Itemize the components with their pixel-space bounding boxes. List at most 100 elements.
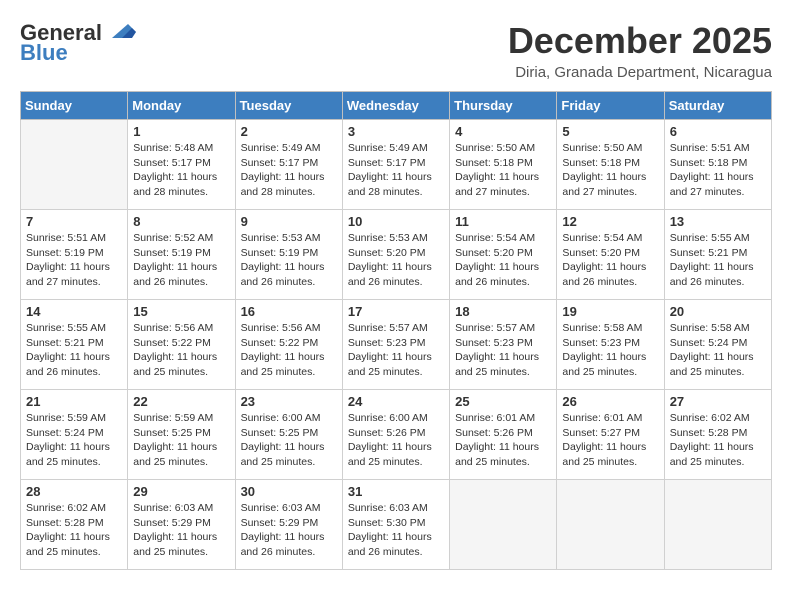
day-info: Sunrise: 6:03 AMSunset: 5:29 PMDaylight:…	[133, 501, 229, 560]
calendar-cell: 6 Sunrise: 5:51 AMSunset: 5:18 PMDaylight…	[664, 120, 771, 210]
calendar-cell: 8 Sunrise: 5:52 AMSunset: 5:19 PMDaylight…	[128, 210, 235, 300]
column-header-tuesday: Tuesday	[235, 92, 342, 120]
calendar-week-row: 21 Sunrise: 5:59 AMSunset: 5:24 PMDayligh…	[21, 390, 772, 480]
day-info: Sunrise: 5:59 AMSunset: 5:24 PMDaylight:…	[26, 411, 122, 470]
day-number: 3	[348, 124, 444, 139]
day-info: Sunrise: 5:49 AMSunset: 5:17 PMDaylight:…	[348, 141, 444, 200]
day-number: 14	[26, 304, 122, 319]
day-number: 7	[26, 214, 122, 229]
column-header-wednesday: Wednesday	[342, 92, 449, 120]
page-header: General Blue December 2025 Diria, Granad…	[20, 20, 772, 81]
day-number: 28	[26, 484, 122, 499]
day-number: 15	[133, 304, 229, 319]
day-info: Sunrise: 6:03 AMSunset: 5:30 PMDaylight:…	[348, 501, 444, 560]
calendar-cell: 19 Sunrise: 5:58 AMSunset: 5:23 PMDayligh…	[557, 300, 664, 390]
calendar-cell: 30 Sunrise: 6:03 AMSunset: 5:29 PMDayligh…	[235, 480, 342, 570]
calendar-week-row: 7 Sunrise: 5:51 AMSunset: 5:19 PMDaylight…	[21, 210, 772, 300]
day-info: Sunrise: 5:55 AMSunset: 5:21 PMDaylight:…	[26, 321, 122, 380]
day-info: Sunrise: 6:03 AMSunset: 5:29 PMDaylight:…	[241, 501, 337, 560]
day-number: 8	[133, 214, 229, 229]
calendar-cell: 12 Sunrise: 5:54 AMSunset: 5:20 PMDayligh…	[557, 210, 664, 300]
day-number: 11	[455, 214, 551, 229]
logo-blue: Blue	[20, 40, 68, 66]
calendar-cell	[450, 480, 557, 570]
day-number: 25	[455, 394, 551, 409]
day-info: Sunrise: 5:56 AMSunset: 5:22 PMDaylight:…	[241, 321, 337, 380]
day-number: 19	[562, 304, 658, 319]
day-info: Sunrise: 5:55 AMSunset: 5:21 PMDaylight:…	[670, 231, 766, 290]
day-info: Sunrise: 5:50 AMSunset: 5:18 PMDaylight:…	[562, 141, 658, 200]
calendar-table: SundayMondayTuesdayWednesdayThursdayFrid…	[20, 91, 772, 570]
day-number: 30	[241, 484, 337, 499]
calendar-cell: 2 Sunrise: 5:49 AMSunset: 5:17 PMDaylight…	[235, 120, 342, 210]
calendar-cell: 25Sunrise: 6:01 AMSunset: 5:26 PMDayligh…	[450, 390, 557, 480]
calendar-cell: 18 Sunrise: 5:57 AMSunset: 5:23 PMDayligh…	[450, 300, 557, 390]
day-number: 23	[241, 394, 337, 409]
day-number: 20	[670, 304, 766, 319]
month-title: December 2025	[508, 20, 772, 62]
day-info: Sunrise: 5:48 AMSunset: 5:17 PMDaylight:…	[133, 141, 229, 200]
day-info: Sunrise: 5:56 AMSunset: 5:22 PMDaylight:…	[133, 321, 229, 380]
day-info: Sunrise: 5:51 AMSunset: 5:18 PMDaylight:…	[670, 141, 766, 200]
calendar-cell: 22 Sunrise: 5:59 AMSunset: 5:25 PMDayligh…	[128, 390, 235, 480]
day-number: 4	[455, 124, 551, 139]
title-block: December 2025 Diria, Granada Department,…	[508, 20, 772, 81]
day-number: 18	[455, 304, 551, 319]
day-number: 31	[348, 484, 444, 499]
day-number: 2	[241, 124, 337, 139]
calendar-cell: 13 Sunrise: 5:55 AMSunset: 5:21 PMDayligh…	[664, 210, 771, 300]
logo: General Blue	[20, 20, 136, 66]
column-header-saturday: Saturday	[664, 92, 771, 120]
day-info: Sunrise: 5:53 AMSunset: 5:19 PMDaylight:…	[241, 231, 337, 290]
calendar-cell	[557, 480, 664, 570]
column-header-sunday: Sunday	[21, 92, 128, 120]
calendar-cell: 17Sunrise: 5:57 AMSunset: 5:23 PMDayligh…	[342, 300, 449, 390]
day-info: Sunrise: 6:01 AMSunset: 5:27 PMDaylight:…	[562, 411, 658, 470]
calendar-cell: 20Sunrise: 5:58 AMSunset: 5:24 PMDayligh…	[664, 300, 771, 390]
calendar-cell: 5 Sunrise: 5:50 AMSunset: 5:18 PMDaylight…	[557, 120, 664, 210]
calendar-cell: 1 Sunrise: 5:48 AMSunset: 5:17 PMDaylight…	[128, 120, 235, 210]
day-number: 27	[670, 394, 766, 409]
logo-icon	[104, 20, 136, 42]
day-number: 1	[133, 124, 229, 139]
column-header-thursday: Thursday	[450, 92, 557, 120]
day-info: Sunrise: 5:59 AMSunset: 5:25 PMDaylight:…	[133, 411, 229, 470]
day-number: 29	[133, 484, 229, 499]
calendar-week-row: 14 Sunrise: 5:55 AMSunset: 5:21 PMDayligh…	[21, 300, 772, 390]
location-title: Diria, Granada Department, Nicaragua	[508, 64, 772, 81]
calendar-cell: 4 Sunrise: 5:50 AMSunset: 5:18 PMDaylight…	[450, 120, 557, 210]
calendar-cell: 29 Sunrise: 6:03 AMSunset: 5:29 PMDayligh…	[128, 480, 235, 570]
calendar-header-row: SundayMondayTuesdayWednesdayThursdayFrid…	[21, 92, 772, 120]
day-info: Sunrise: 6:00 AMSunset: 5:26 PMDaylight:…	[348, 411, 444, 470]
day-number: 12	[562, 214, 658, 229]
calendar-cell: 24 Sunrise: 6:00 AMSunset: 5:26 PMDayligh…	[342, 390, 449, 480]
calendar-week-row: 1 Sunrise: 5:48 AMSunset: 5:17 PMDaylight…	[21, 120, 772, 210]
day-info: Sunrise: 5:57 AMSunset: 5:23 PMDaylight:…	[455, 321, 551, 380]
day-number: 21	[26, 394, 122, 409]
day-info: Sunrise: 5:52 AMSunset: 5:19 PMDaylight:…	[133, 231, 229, 290]
day-info: Sunrise: 5:51 AMSunset: 5:19 PMDaylight:…	[26, 231, 122, 290]
calendar-cell: 9Sunrise: 5:53 AMSunset: 5:19 PMDaylight…	[235, 210, 342, 300]
column-header-friday: Friday	[557, 92, 664, 120]
day-number: 13	[670, 214, 766, 229]
day-info: Sunrise: 5:57 AMSunset: 5:23 PMDaylight:…	[348, 321, 444, 380]
day-number: 5	[562, 124, 658, 139]
day-info: Sunrise: 5:49 AMSunset: 5:17 PMDaylight:…	[241, 141, 337, 200]
calendar-cell: 21 Sunrise: 5:59 AMSunset: 5:24 PMDayligh…	[21, 390, 128, 480]
day-number: 24	[348, 394, 444, 409]
calendar-cell: 15 Sunrise: 5:56 AMSunset: 5:22 PMDayligh…	[128, 300, 235, 390]
day-info: Sunrise: 5:54 AMSunset: 5:20 PMDaylight:…	[562, 231, 658, 290]
day-info: Sunrise: 6:02 AMSunset: 5:28 PMDaylight:…	[26, 501, 122, 560]
calendar-cell: 28 Sunrise: 6:02 AMSunset: 5:28 PMDayligh…	[21, 480, 128, 570]
day-number: 22	[133, 394, 229, 409]
day-info: Sunrise: 5:58 AMSunset: 5:23 PMDaylight:…	[562, 321, 658, 380]
column-header-monday: Monday	[128, 92, 235, 120]
day-info: Sunrise: 5:50 AMSunset: 5:18 PMDaylight:…	[455, 141, 551, 200]
day-info: Sunrise: 5:53 AMSunset: 5:20 PMDaylight:…	[348, 231, 444, 290]
calendar-cell: 23Sunrise: 6:00 AMSunset: 5:25 PMDayligh…	[235, 390, 342, 480]
calendar-cell	[21, 120, 128, 210]
calendar-cell: 11Sunrise: 5:54 AMSunset: 5:20 PMDayligh…	[450, 210, 557, 300]
day-number: 6	[670, 124, 766, 139]
day-number: 10	[348, 214, 444, 229]
calendar-cell: 3 Sunrise: 5:49 AMSunset: 5:17 PMDaylight…	[342, 120, 449, 210]
